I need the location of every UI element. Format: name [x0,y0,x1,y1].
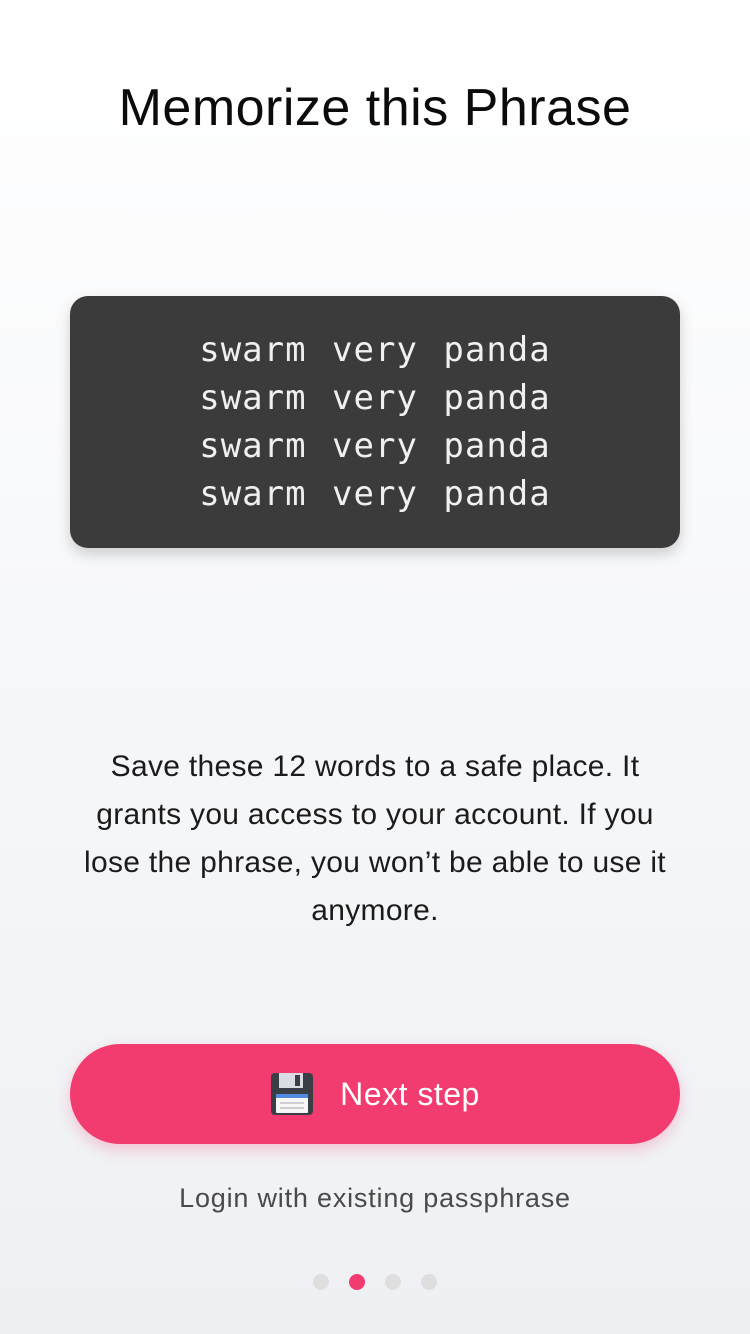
instructions-text: Save these 12 words to a safe place. It … [84,750,666,927]
floppy-disk-icon [270,1072,314,1116]
page-dot[interactable] [313,1274,329,1290]
next-step-label: Next step [340,1075,480,1112]
page-title: Memorize this Phrase [118,79,632,137]
next-step-button[interactable]: Next step [70,1044,680,1144]
page-dot[interactable] [421,1274,437,1290]
login-existing-passphrase-link[interactable]: Login with existing passphrase [0,1183,750,1214]
page-dot[interactable] [385,1274,401,1290]
passphrase-text: swarm very panda swarm very panda swarm … [199,330,551,514]
passphrase-card: swarm very panda swarm very panda swarm … [70,296,680,548]
page-dot[interactable] [349,1274,365,1290]
page-indicator [0,1274,750,1290]
